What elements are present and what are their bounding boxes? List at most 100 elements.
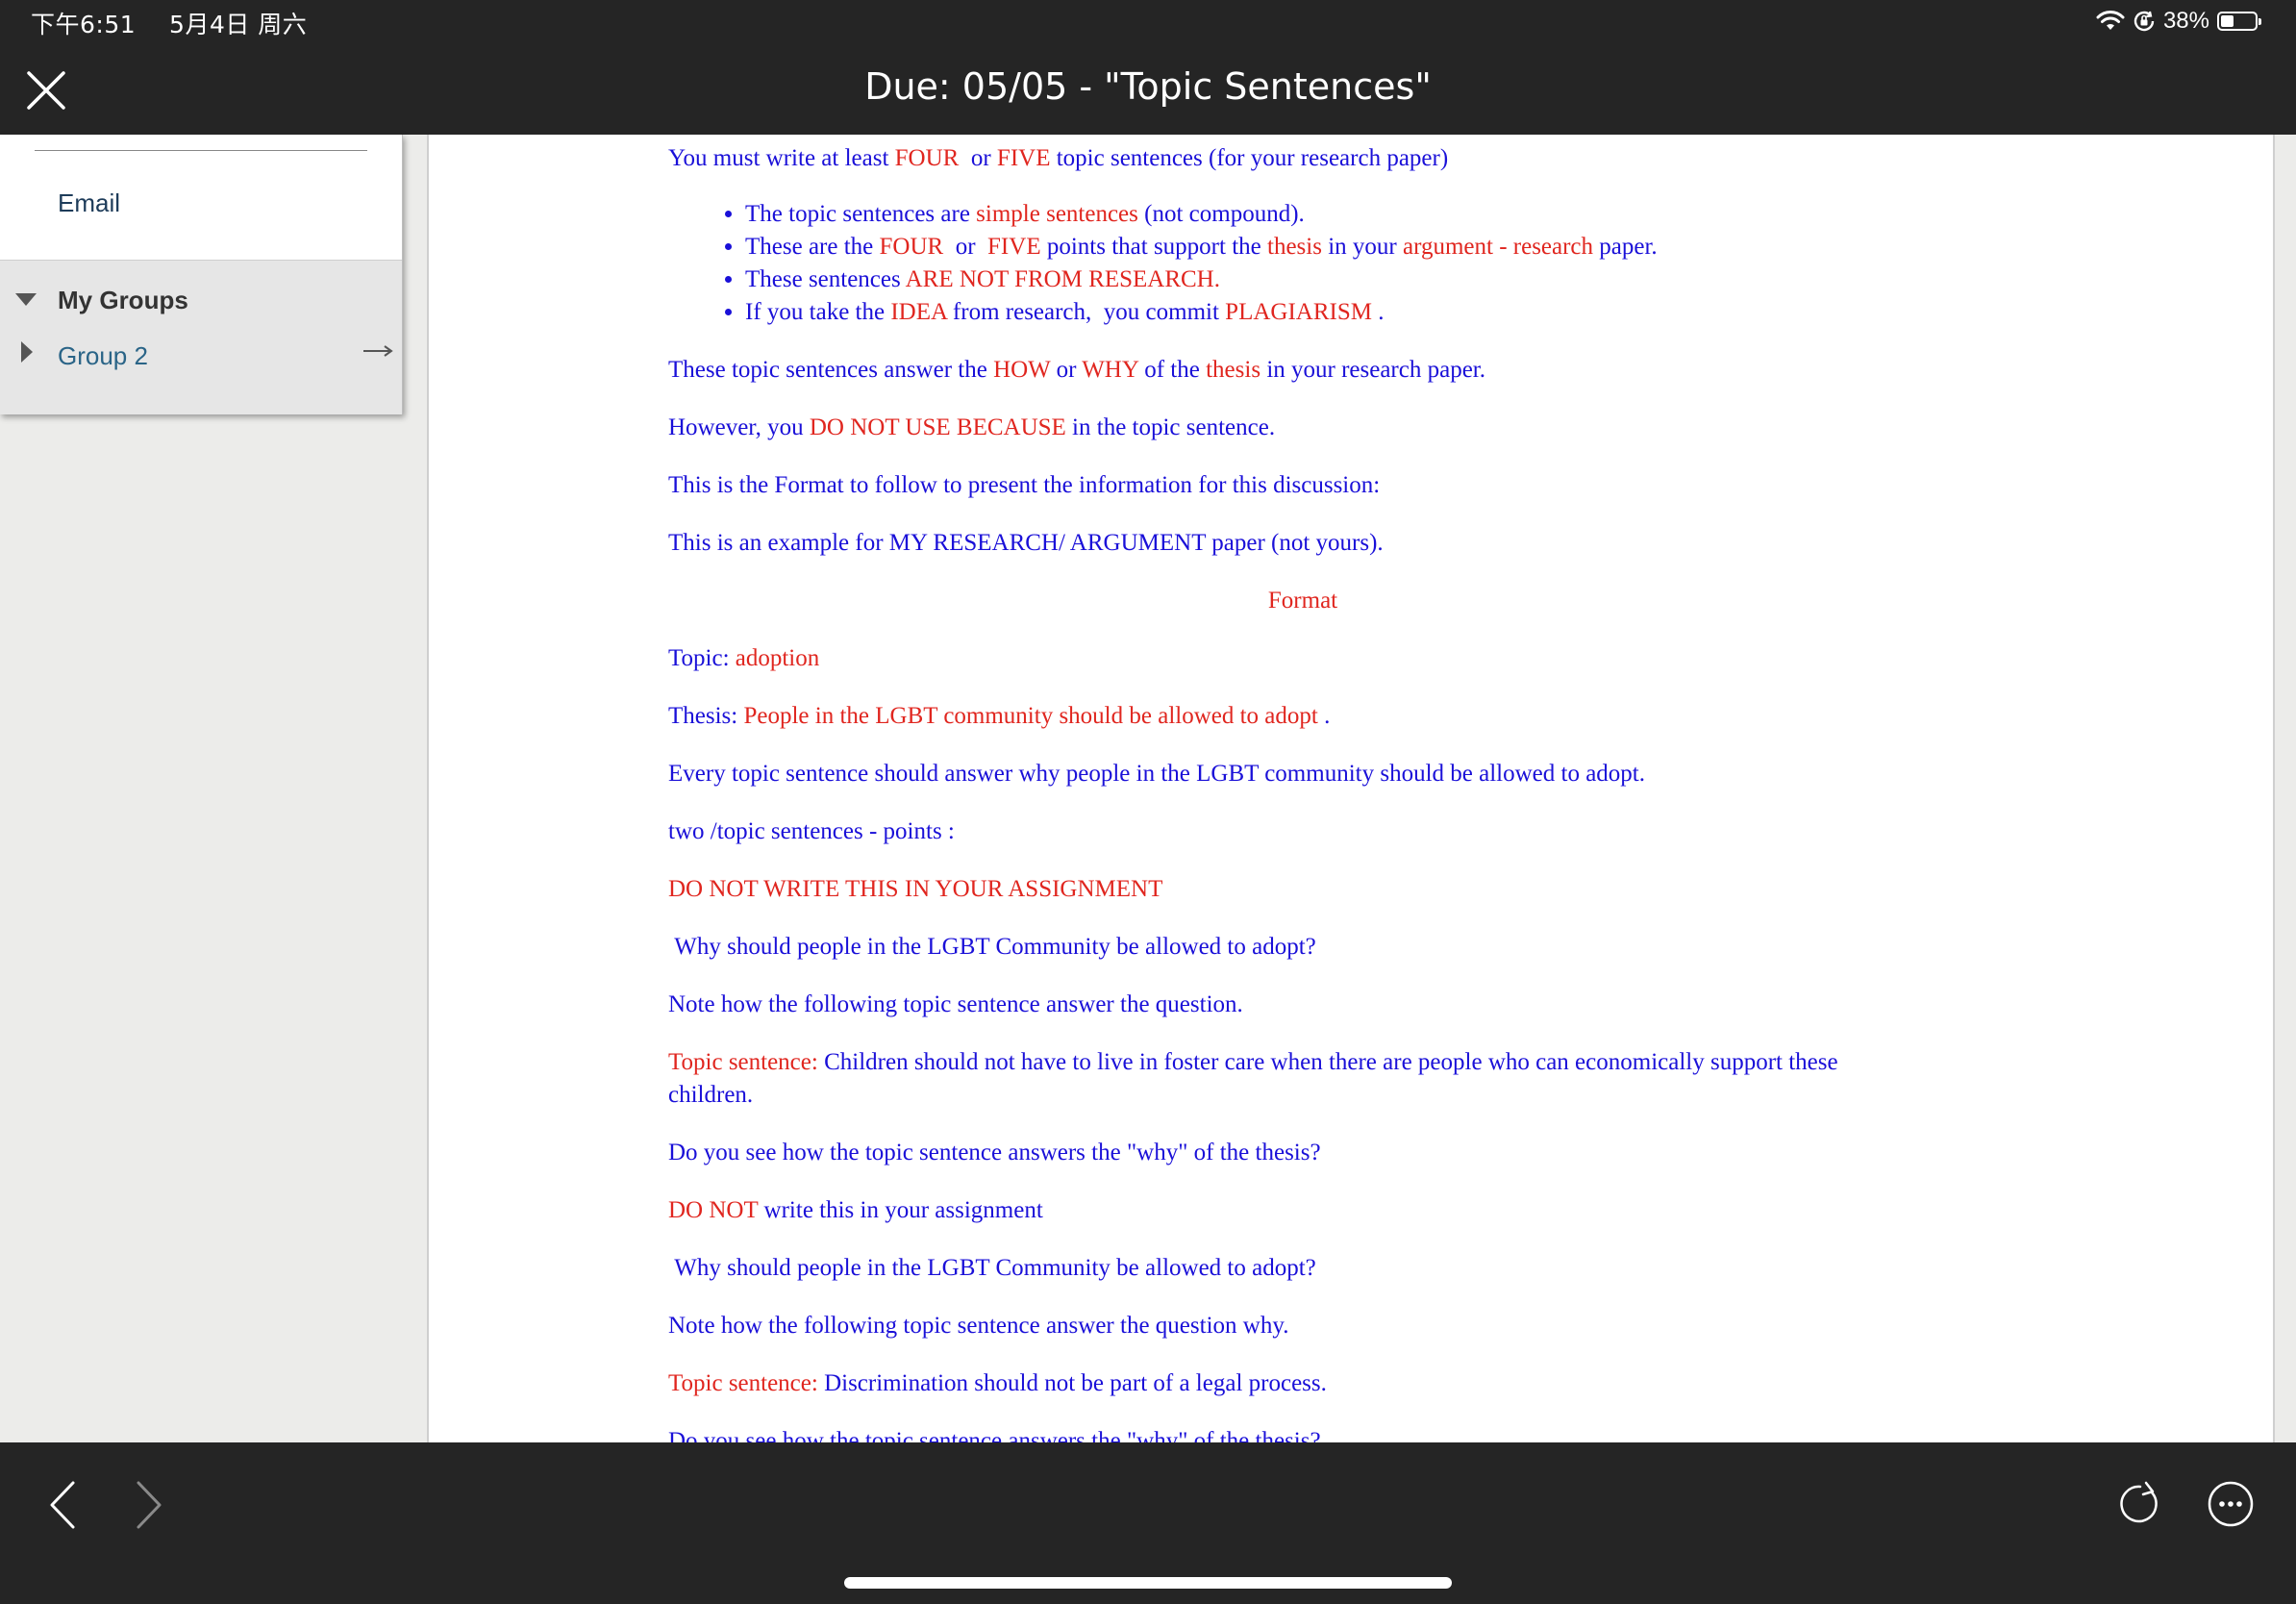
sidebar-menu: Email My Groups Group 2: [0, 135, 403, 414]
battery-level: [2221, 15, 2234, 27]
warning-line-2: DO NOT write this in your assignment: [668, 1194, 1870, 1227]
text-run: Why should people in the LGBT Community …: [668, 934, 1316, 960]
text-run: FIVE: [987, 234, 1041, 260]
list-item: The topic sentences are simple sentences…: [745, 198, 1947, 231]
text-run: topic sentences (for your research paper…: [1050, 145, 1449, 171]
caret-down-icon[interactable]: [15, 293, 37, 306]
topic-sentence-2: Topic sentence: Discrimination should no…: [668, 1367, 1870, 1400]
text-run: Format: [1267, 588, 1338, 614]
text-run: .: [1317, 703, 1331, 729]
text-run: thesis: [1267, 234, 1322, 260]
text-run: in your: [1321, 234, 1403, 260]
arrow-right-icon[interactable]: [362, 341, 394, 361]
text-run: from research, you commit: [946, 299, 1226, 325]
text-run: Note how the following topic sentence an…: [668, 991, 1243, 1017]
groups-section: My Groups Group 2: [0, 260, 402, 414]
wifi-icon: [2096, 11, 2125, 30]
status-bar: 下午6:51 5月4日 周六 38%: [0, 0, 2296, 46]
text-run: Discrimination should not be part of a l…: [824, 1370, 1327, 1396]
note-line-2: Note how the following topic sentence an…: [668, 1310, 1870, 1342]
sidebar-item-email[interactable]: Email: [58, 188, 120, 218]
text-run: FOUR: [894, 145, 960, 171]
two-topic-line: two /topic sentences - points :: [668, 815, 1870, 848]
text-run: or: [1050, 357, 1083, 383]
text-run: FOUR: [879, 234, 944, 260]
assignment-content-frame[interactable]: You must write at least FOUR or FIVE top…: [427, 135, 2275, 1442]
text-run: .: [1371, 299, 1385, 325]
text-run: Note how the following topic sentence an…: [668, 1313, 1289, 1339]
text-run: of the: [1137, 357, 1207, 383]
text-run: This is the Format to follow to present …: [668, 472, 1381, 498]
reload-icon[interactable]: [2113, 1479, 2163, 1529]
text-run: Do you see how the topic sentence answer…: [668, 1428, 1321, 1442]
thesis-line: Thesis: People in the LGBT community sho…: [668, 700, 1870, 733]
every-topic-paragraph: Every topic sentence should answer why p…: [668, 758, 1870, 790]
see-how-line-2: Do you see how the topic sentence answer…: [668, 1425, 1870, 1442]
text-run: IDEA: [890, 299, 947, 325]
status-time: 下午6:51 5月4日 周六: [31, 6, 307, 40]
sidebar-divider: [35, 150, 367, 151]
home-indicator[interactable]: [844, 1577, 1452, 1589]
text-run: These topic sentences answer the: [668, 357, 994, 383]
text-run: or: [959, 145, 997, 171]
bottom-toolbar: [0, 1442, 2296, 1604]
text-run: paper.: [1593, 234, 1658, 260]
because-paragraph: However, you DO NOT USE BECAUSE in the t…: [668, 412, 1870, 444]
question-line-1: Why should people in the LGBT Community …: [668, 931, 1870, 964]
list-item: These are the FOUR or FIVE points that s…: [745, 231, 1947, 263]
orientation-lock-icon: [2134, 11, 2155, 32]
intro-paragraph: You must write at least FOUR or FIVE top…: [668, 142, 1870, 175]
text-run: Do you see how the topic sentence answer…: [668, 1140, 1321, 1165]
text-run: Why should people in the LGBT Community …: [668, 1255, 1316, 1281]
text-run: WHY: [1082, 357, 1138, 383]
text-run: If you take the: [745, 299, 891, 325]
text-run: PLAGIARISM: [1225, 299, 1372, 325]
text-run: However, you: [668, 414, 810, 440]
text-run: HOW: [993, 357, 1051, 383]
more-icon[interactable]: [2206, 1479, 2256, 1529]
forward-icon[interactable]: [133, 1479, 165, 1531]
text-run: This is an example for MY RESEARCH/ ARGU…: [668, 530, 1384, 556]
text-run: These are the: [745, 234, 880, 260]
example-paragraph: This is an example for MY RESEARCH/ ARGU…: [668, 527, 1870, 560]
text-run: adoption: [735, 645, 820, 671]
text-run: Every topic sentence should answer why p…: [668, 761, 1645, 787]
text-run: These sentences: [745, 266, 906, 292]
status-indicators: 38%: [2096, 8, 2261, 35]
caret-right-icon[interactable]: [21, 341, 33, 363]
text-run: in your research paper.: [1260, 357, 1485, 383]
text-run: People in the LGBT community should be a…: [743, 703, 1318, 729]
text-run: DO NOT: [668, 1197, 759, 1223]
note-line-1: Note how the following topic sentence an…: [668, 989, 1870, 1021]
text-run: two /topic sentences - points :: [668, 818, 955, 844]
format-heading: Format: [668, 585, 1937, 617]
text-run: DO NOT WRITE THIS IN YOUR ASSIGNMENT: [668, 876, 1163, 902]
sidebar-item-group[interactable]: Group 2: [58, 341, 148, 371]
text-run: ARE NOT FROM RESEARCH.: [905, 266, 1220, 292]
question-line-2: Why should people in the LGBT Community …: [668, 1252, 1870, 1285]
topic-sentence-1: Topic sentence: Children should not have…: [668, 1046, 1870, 1112]
groups-heading[interactable]: My Groups: [58, 286, 188, 315]
title-bar: Due: 05/05 - "Topic Sentences": [0, 46, 2296, 135]
status-clock: 下午6:51: [31, 11, 137, 38]
battery-icon: [2217, 12, 2261, 31]
text-run: thesis: [1206, 357, 1261, 383]
text-run: points that support the: [1040, 234, 1267, 260]
warning-line-1: DO NOT WRITE THIS IN YOUR ASSIGNMENT: [668, 873, 1870, 906]
text-run: write this in your assignment: [758, 1197, 1043, 1223]
list-item: If you take the IDEA from research, you …: [745, 296, 1947, 329]
back-icon[interactable]: [46, 1479, 79, 1531]
text-run: Children should not have to live in fost…: [668, 1049, 1844, 1108]
battery-percentage: 38%: [2162, 8, 2209, 34]
text-run: argument - research: [1402, 234, 1594, 260]
page-title: Due: 05/05 - "Topic Sentences": [864, 65, 1432, 108]
status-date: 5月4日 周六: [169, 11, 308, 38]
list-item: These sentences ARE NOT FROM RESEARCH.: [745, 263, 1947, 296]
format-paragraph: This is the Format to follow to present …: [668, 469, 1870, 502]
text-run: Thesis:: [668, 703, 744, 729]
text-run: in the topic sentence.: [1065, 414, 1276, 440]
requirements-list: The topic sentences are simple sentences…: [668, 198, 1947, 329]
text-run: DO NOT USE BECAUSE: [809, 414, 1066, 440]
text-run: You must write at least: [668, 145, 895, 171]
how-why-paragraph: These topic sentences answer the HOW or …: [668, 354, 1870, 387]
